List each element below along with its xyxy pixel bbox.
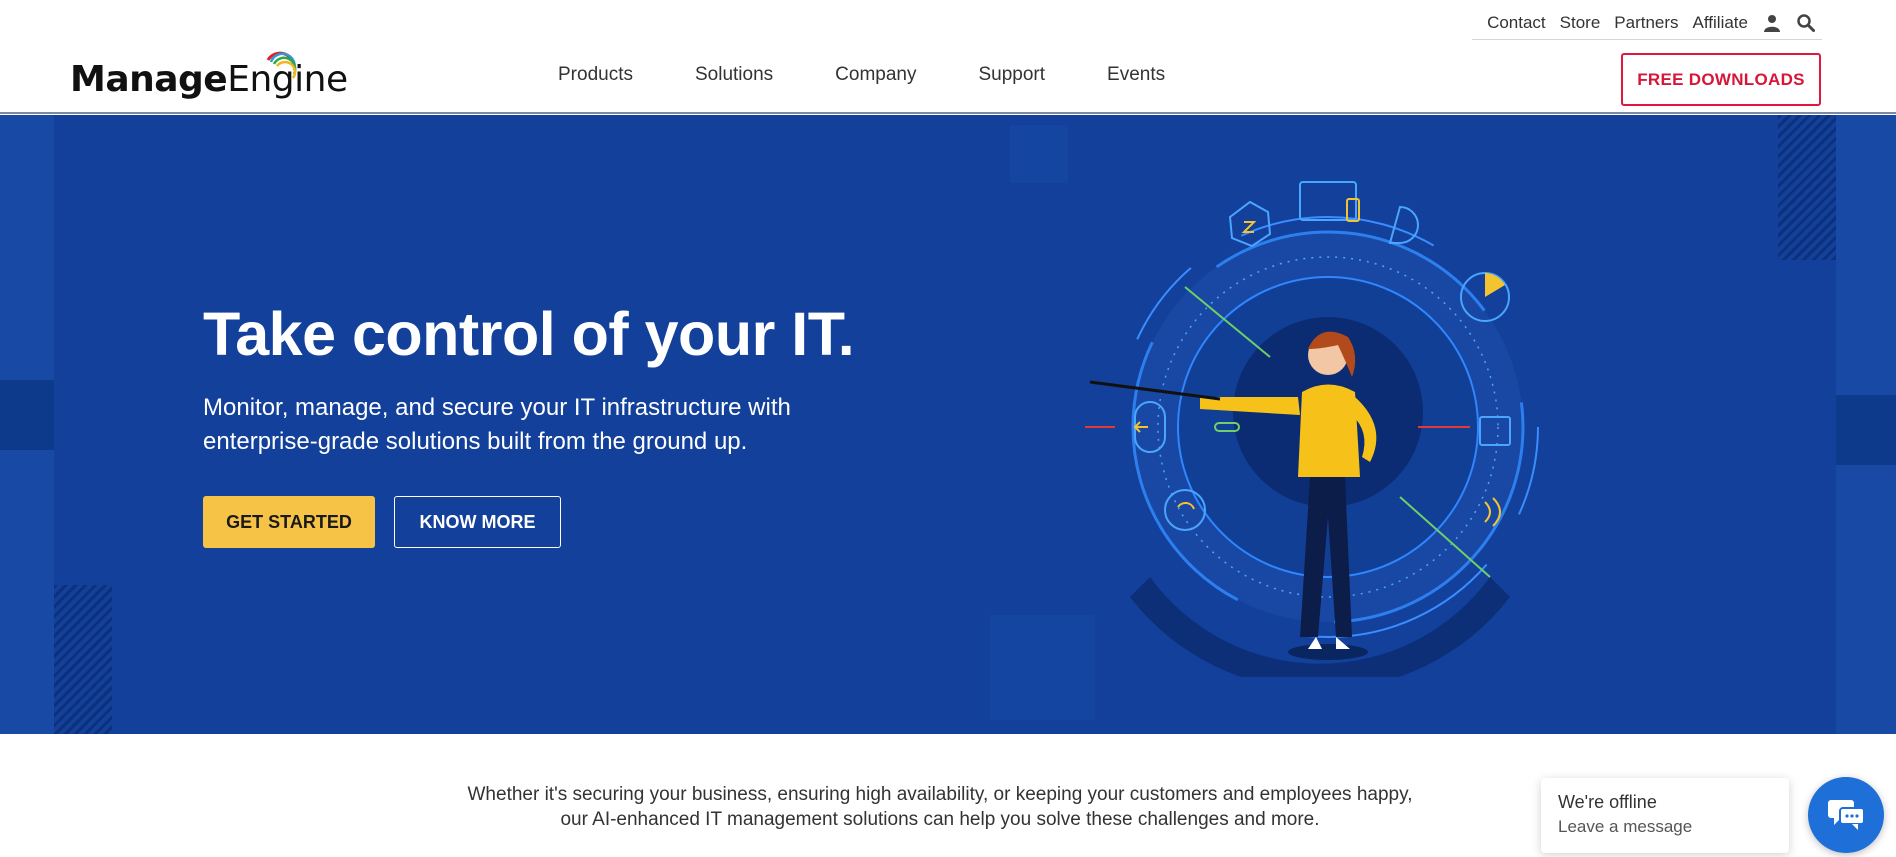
nav-support[interactable]: Support — [978, 64, 1045, 86]
hero-banner: Take control of your IT. Monitor, manage… — [0, 115, 1896, 734]
user-icon[interactable] — [1762, 13, 1782, 33]
hero-subtitle: Monitor, manage, and secure your IT infr… — [203, 394, 791, 455]
decor-block — [1778, 115, 1836, 260]
manageengine-logo[interactable]: ManageEngine — [70, 50, 348, 100]
util-link-affiliate[interactable]: Affiliate — [1693, 13, 1748, 33]
decor-block — [54, 585, 112, 734]
hero-illustration — [1085, 181, 1539, 677]
main-nav: Products Solutions Company Support Event… — [558, 64, 1165, 86]
chat-status: We're offline — [1558, 792, 1657, 812]
util-link-contact[interactable]: Contact — [1487, 13, 1546, 33]
chat-offline-bubble[interactable]: We're offline Leave a message — [1541, 778, 1789, 853]
util-link-partners[interactable]: Partners — [1614, 13, 1678, 33]
search-icon[interactable] — [1796, 13, 1816, 33]
utility-nav: Contact Store Partners Affiliate — [1472, 6, 1822, 40]
decor-block — [1010, 125, 1068, 183]
chat-launcher-button[interactable] — [1808, 777, 1884, 853]
free-downloads-button[interactable]: FREE DOWNLOADS — [1621, 53, 1821, 106]
know-more-button[interactable]: KNOW MORE — [394, 496, 561, 548]
decor-block — [0, 380, 54, 450]
nav-solutions[interactable]: Solutions — [695, 64, 773, 86]
hero-title: Take control of your IT. — [203, 300, 855, 368]
nav-products[interactable]: Products — [558, 64, 633, 86]
chat-prompt: Leave a message — [1558, 817, 1693, 836]
logo-wordmark: ManageEngine — [70, 59, 348, 100]
logo-arcs-icon — [266, 51, 297, 79]
nav-events[interactable]: Events — [1107, 64, 1165, 86]
site-header: ManageEngine Contact Store Partners Affi… — [0, 0, 1896, 114]
get-started-button[interactable]: GET STARTED — [203, 496, 375, 548]
util-link-store[interactable]: Store — [1560, 13, 1601, 33]
decor-block — [1836, 395, 1896, 465]
chat-icon — [1828, 800, 1865, 830]
nav-company[interactable]: Company — [835, 64, 916, 86]
